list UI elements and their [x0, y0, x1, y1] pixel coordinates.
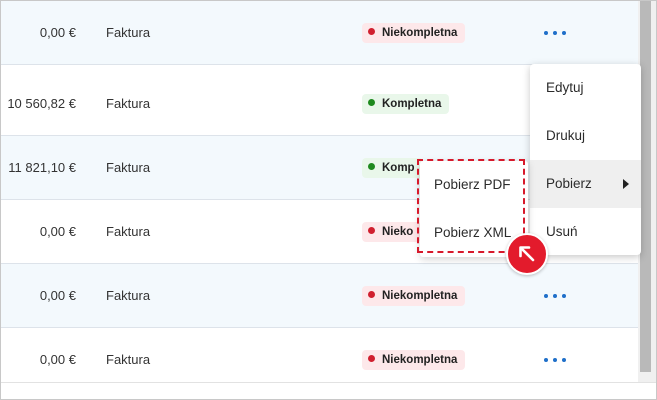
status-dot-icon: [368, 227, 375, 234]
more-dot: [553, 294, 557, 298]
status-badge: Kompletna: [362, 94, 450, 114]
status-dot-icon: [368, 355, 375, 362]
status-label: Niekompletna: [382, 27, 458, 39]
row-actions-button[interactable]: [544, 350, 566, 370]
amount-cell: 11 821,10 €: [8, 160, 76, 175]
menu-item-edytuj[interactable]: Edytuj: [530, 64, 641, 112]
menu-item-drukuj[interactable]: Drukuj: [530, 112, 641, 160]
status-badge: Komp: [362, 158, 423, 178]
menu-item-pobierz[interactable]: Pobierz: [530, 160, 641, 208]
status-label: Kompletna: [382, 98, 442, 110]
more-dot: [562, 294, 566, 298]
row-actions-button[interactable]: [544, 23, 566, 43]
row-actions-button[interactable]: [544, 286, 566, 306]
vertical-scrollbar-thumb[interactable]: [640, 1, 651, 372]
horizontal-scrollbar[interactable]: [1, 382, 656, 399]
amount-cell: 10 560,82 €: [7, 96, 76, 111]
more-horizontal-icon: [544, 31, 548, 35]
status-dot-icon: [368, 28, 375, 35]
more-horizontal-icon: [544, 358, 548, 362]
amount-cell: 0,00 €: [39, 224, 76, 239]
status-badge: Niekompletna: [362, 23, 466, 43]
status-dot-icon: [368, 163, 375, 170]
download-pdf-item[interactable]: Pobierz PDF: [420, 161, 528, 209]
more-horizontal-icon: [544, 294, 548, 298]
document-type-cell: Faktura: [106, 96, 151, 111]
status-badge: Niekompletna: [362, 286, 466, 306]
amount-cell: 0,00 €: [39, 25, 76, 40]
amount-cell: 0,00 €: [39, 288, 76, 303]
document-type-cell: Faktura: [106, 224, 151, 239]
more-dot: [562, 358, 566, 362]
more-dot: [562, 31, 566, 35]
invoice-list-panel: 0,00 € Faktura Niekompletna 10 560,82 € …: [0, 0, 657, 400]
row-context-menu: Edytuj Drukuj Pobierz Usuń: [530, 64, 641, 255]
status-dot-icon: [368, 291, 375, 298]
document-type-cell: Faktura: [106, 288, 151, 303]
document-type-cell: Faktura: [106, 160, 151, 175]
caret-right-icon: [623, 179, 629, 189]
status-badge: Niekompletna: [362, 350, 466, 370]
more-dot: [553, 31, 557, 35]
pointer-callout: [506, 233, 548, 275]
status-dot-icon: [368, 99, 375, 106]
status-label: Niekompletna: [382, 354, 458, 366]
table-row[interactable]: 0,00 € Faktura Niekompletna: [1, 1, 638, 65]
status-badge: Nieko: [362, 222, 422, 242]
more-dot: [553, 358, 557, 362]
document-type-cell: Faktura: [106, 25, 151, 40]
status-label: Komp: [382, 162, 415, 174]
status-label: Nieko: [382, 226, 414, 238]
status-label: Niekompletna: [382, 290, 458, 302]
menu-item-label: Pobierz: [546, 176, 592, 191]
arrow-up-left-icon: [519, 246, 535, 262]
table-row[interactable]: 0,00 € Faktura Niekompletna: [1, 264, 638, 328]
